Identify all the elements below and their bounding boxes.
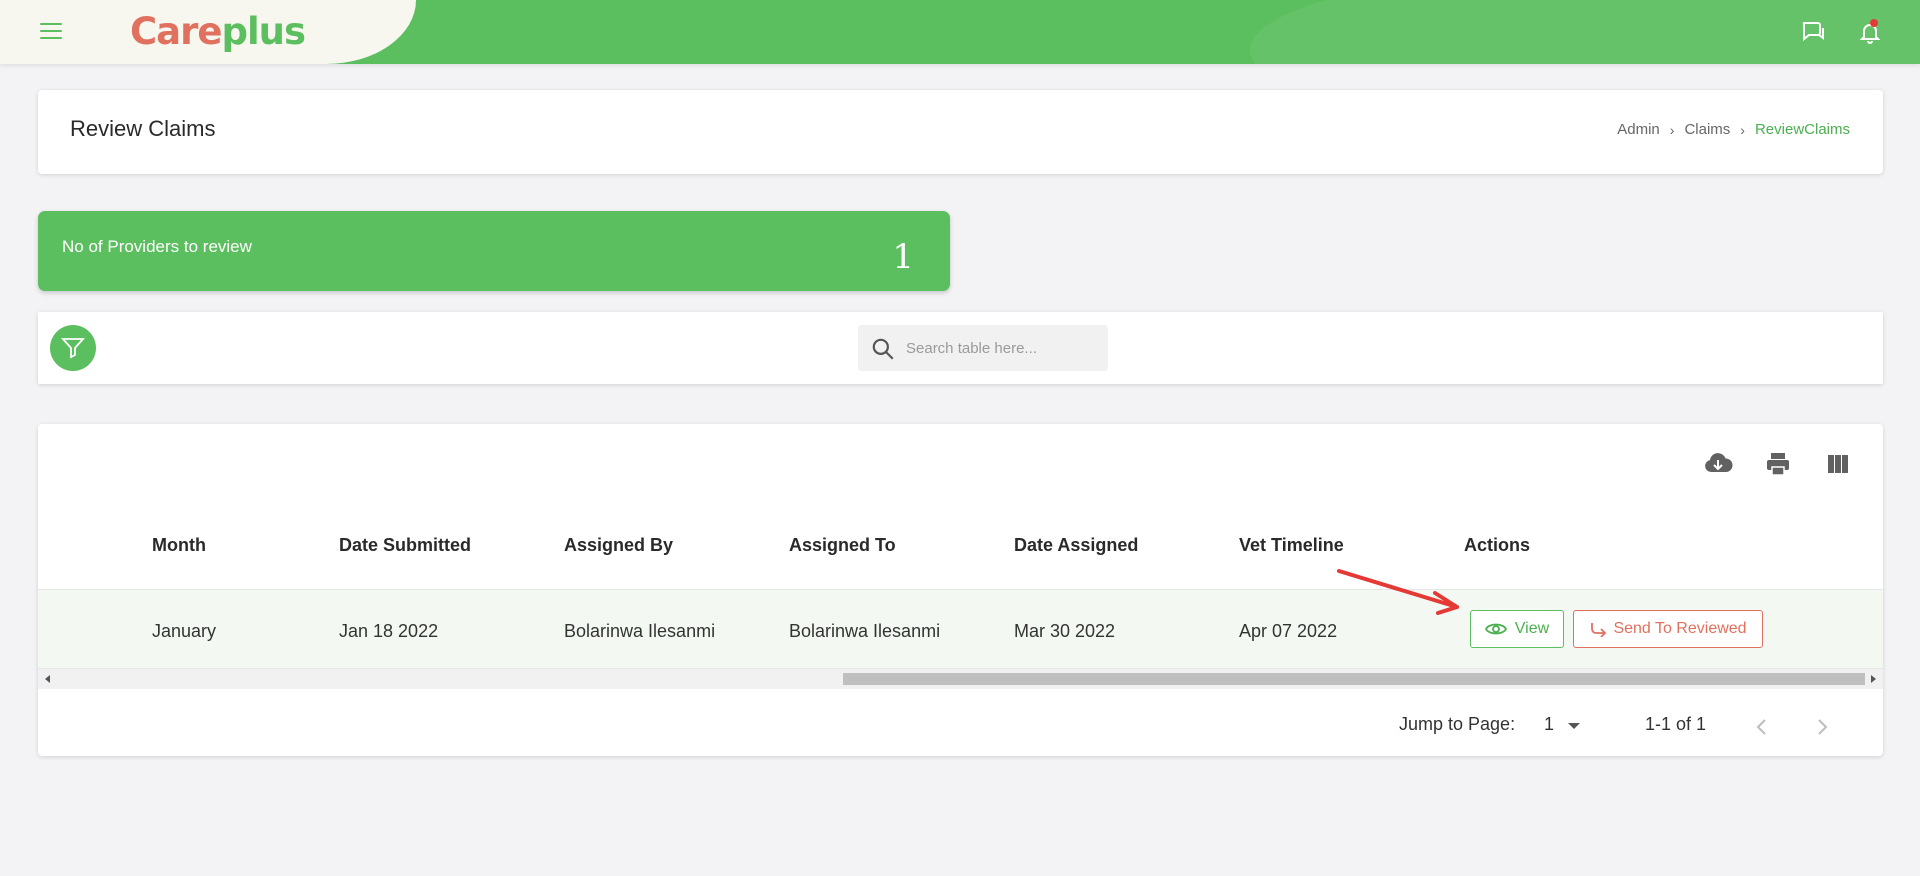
notification-badge: [1870, 19, 1878, 27]
cell-assigned-by: Bolarinwa Ilesanmi: [564, 621, 716, 641]
top-bar: Careplus: [0, 0, 1920, 64]
pagination: Jump to Page: 1 1-1 of 1: [38, 714, 1883, 744]
eye-icon: [1484, 623, 1507, 635]
menu-icon[interactable]: [40, 21, 64, 41]
cell-assigned-to: Bolarinwa Ilesanmi: [789, 621, 941, 641]
column-header-actions: Actions: [1464, 535, 1531, 555]
forward-arrow-icon: [1591, 623, 1607, 637]
providers-count-value: 1: [892, 237, 914, 277]
brand-panel: Careplus: [0, 0, 416, 64]
breadcrumb-admin[interactable]: Admin: [1617, 121, 1660, 138]
cell-date-assigned: Mar 30 2022: [1014, 621, 1116, 641]
search-box: [858, 325, 1108, 371]
cell-date-submitted: Jan 18 2022: [339, 621, 439, 641]
chevron-right-icon: ›: [1669, 121, 1675, 138]
send-to-reviewed-label: Send To Reviewed: [1613, 620, 1747, 637]
notification-bell-icon[interactable]: [1856, 18, 1884, 46]
next-page-icon[interactable]: [1812, 716, 1832, 738]
scroll-right-icon[interactable]: [1865, 669, 1881, 689]
column-header-vet-timeline[interactable]: Vet Timeline: [1239, 535, 1344, 556]
chevron-down-icon: [1568, 723, 1580, 729]
providers-count-label: No of Providers to review: [62, 237, 252, 256]
page-header-card: Review Claims Admin › Claims › ReviewCla…: [38, 90, 1883, 174]
filter-icon: [61, 338, 85, 359]
column-header-assigned-to[interactable]: Assigned To: [789, 535, 896, 556]
search-input[interactable]: [906, 325, 1101, 371]
table-row: January Jan 18 2022 Bolarinwa Ilesanmi B…: [38, 589, 1883, 669]
breadcrumb-review-claims: ReviewClaims: [1754, 121, 1850, 138]
previous-page-icon[interactable]: [1752, 716, 1772, 738]
column-header-assigned-by[interactable]: Assigned By: [564, 535, 673, 556]
print-icon[interactable]: [1762, 448, 1794, 480]
horizontal-scrollbar[interactable]: [38, 669, 1883, 689]
scrollbar-thumb[interactable]: [843, 673, 1865, 685]
page-range: 1-1 of 1: [1645, 714, 1707, 734]
jump-to-page-label: Jump to Page:: [1399, 714, 1516, 734]
chat-icon[interactable]: [1800, 18, 1828, 46]
view-button-label: View: [1514, 620, 1550, 637]
claims-table-card: Month Date Submitted Assigned By Assigne…: [38, 424, 1883, 756]
breadcrumb: Admin › Claims › ReviewClaims: [1617, 121, 1850, 138]
view-button[interactable]: View: [1470, 610, 1564, 648]
page-title: Review Claims: [70, 116, 216, 141]
filter-bar: [38, 312, 1883, 384]
providers-count-card: No of Providers to review 1: [38, 211, 950, 291]
chevron-right-icon: ›: [1740, 121, 1745, 138]
search-icon: [872, 338, 894, 360]
filter-button[interactable]: [50, 325, 96, 371]
breadcrumb-claims[interactable]: Claims: [1684, 121, 1730, 138]
careplus-logo[interactable]: Careplus: [130, 10, 306, 54]
columns-icon[interactable]: [1822, 448, 1854, 480]
column-header-date-submitted[interactable]: Date Submitted: [339, 535, 471, 556]
column-header-date-assigned[interactable]: Date Assigned: [1014, 535, 1138, 556]
column-header-month[interactable]: Month: [152, 535, 206, 556]
page-select[interactable]: 1: [1544, 714, 1584, 740]
download-icon[interactable]: [1702, 448, 1734, 480]
cell-month: January: [152, 621, 217, 641]
page-select-value: 1: [1544, 714, 1555, 734]
send-to-reviewed-button[interactable]: Send To Reviewed: [1573, 610, 1763, 648]
scroll-left-icon[interactable]: [40, 669, 56, 689]
cell-vet-timeline: Apr 07 2022: [1239, 621, 1338, 641]
